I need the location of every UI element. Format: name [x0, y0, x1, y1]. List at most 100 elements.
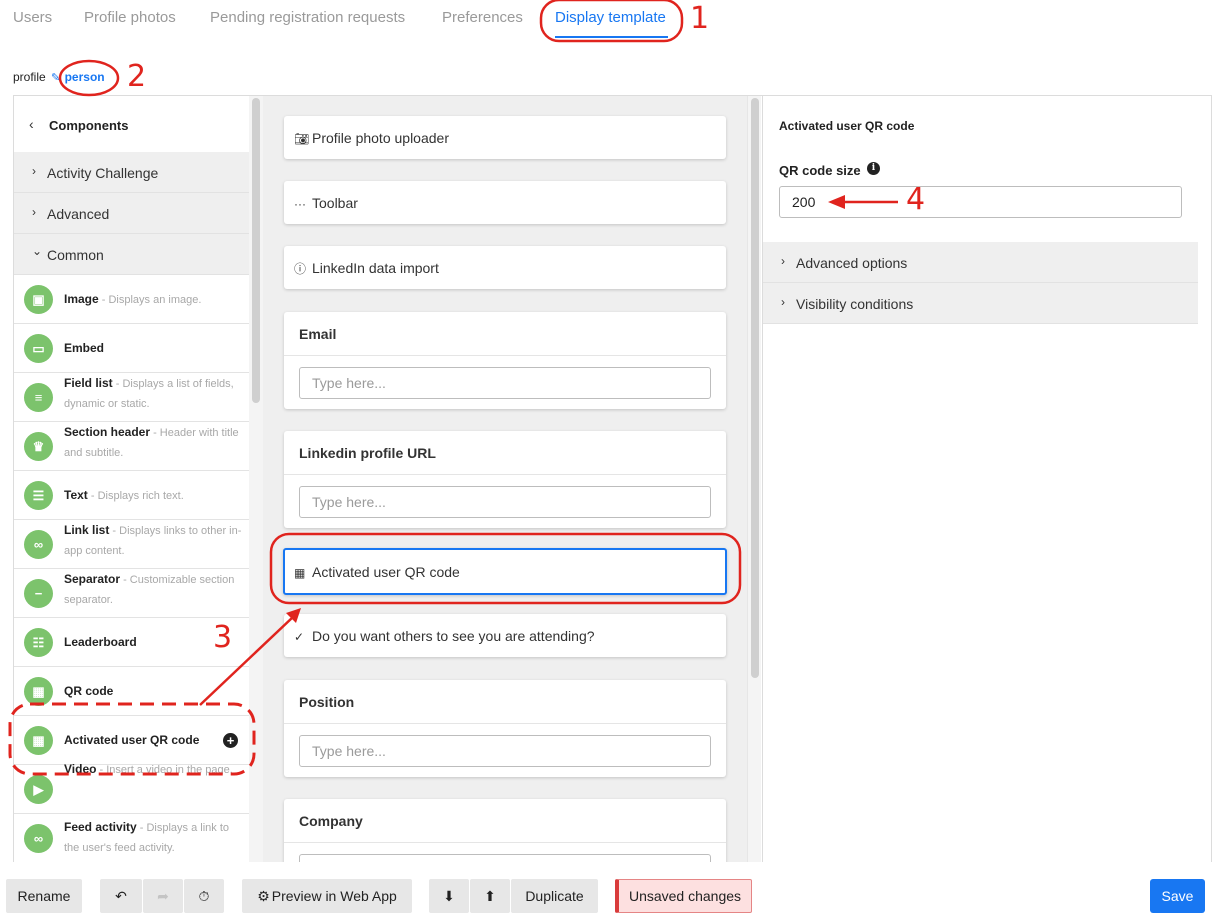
arrow-down-icon: ⬇	[443, 887, 455, 904]
component-title: Activated user QR code	[64, 733, 200, 747]
canvas-company-field[interactable]: Company	[284, 799, 726, 862]
tab-bar: Users Profile photos Pending registratio…	[0, 0, 1214, 40]
qr-icon: ▦	[24, 677, 53, 706]
annotation-number-2: 2	[127, 59, 147, 94]
component-text[interactable]: ☰ Text - Displays rich text.	[14, 471, 249, 520]
component-embed[interactable]: ▭ Embed	[14, 324, 249, 373]
component-title: Video	[64, 762, 97, 776]
component-field-list[interactable]: ≡ Field list - Displays a list of fields…	[14, 373, 249, 422]
chevron-left-icon: ‹	[29, 116, 34, 132]
component-separator[interactable]: − Separator - Customizable section separ…	[14, 569, 249, 618]
visibility-conditions-accordion[interactable]: › Visibility conditions	[763, 283, 1198, 324]
linkedin-icon: ⓘ	[294, 262, 307, 276]
breadcrumb-prefix: profile	[13, 70, 46, 84]
properties-panel: Activated user QR code QR code size i › …	[762, 96, 1198, 862]
component-title: Section header	[64, 425, 151, 439]
add-icon[interactable]: +	[223, 733, 238, 748]
redo-icon: ➦	[157, 887, 169, 904]
scrollbar-thumb[interactable]	[252, 98, 260, 403]
canvas-toolbar[interactable]: ··· Toolbar	[284, 181, 726, 224]
chevron-right-icon: ›	[781, 295, 785, 309]
component-title: Leaderboard	[64, 635, 137, 649]
card-label: Activated user QR code	[312, 564, 460, 580]
components-header[interactable]: ‹ Components	[14, 96, 249, 152]
redo-button[interactable]: ➦	[143, 879, 183, 913]
canvas-email-field[interactable]: Email	[284, 312, 726, 409]
component-video[interactable]: ▶ Video - Insert a video in the page.	[14, 762, 249, 814]
component-title: Link list	[64, 523, 110, 537]
canvas-position-field[interactable]: Position	[284, 680, 726, 777]
info-icon[interactable]: i	[867, 162, 880, 175]
card-label: Toolbar	[312, 195, 358, 211]
more-horizontal-icon: ···	[294, 197, 306, 211]
breadcrumb-link[interactable]: person	[65, 70, 105, 84]
tab-users[interactable]: Users	[13, 9, 52, 26]
duplicate-button[interactable]: Duplicate	[511, 879, 598, 913]
rename-button[interactable]: Rename	[6, 879, 82, 913]
category-label: Activity Challenge	[47, 165, 159, 181]
component-title: Text	[64, 488, 88, 502]
component-title: Field list	[64, 376, 113, 390]
camera-icon: 📷︎	[294, 132, 310, 146]
company-input[interactable]	[299, 854, 711, 862]
component-qr-code[interactable]: ▦ QR code	[14, 667, 249, 716]
canvas-linkedin-url-field[interactable]: Linkedin profile URL	[284, 431, 726, 528]
annotation-number-1: 1	[690, 1, 710, 36]
component-feed-activity[interactable]: ∞ Feed activity - Displays a link to the…	[14, 814, 249, 862]
tab-display-template[interactable]: Display template	[555, 9, 666, 26]
canvas-linkedin-import[interactable]: ⓘ LinkedIn data import	[284, 246, 726, 289]
tab-preferences[interactable]: Preferences	[442, 9, 523, 26]
trophy-icon: ♛	[24, 432, 53, 461]
save-button[interactable]: Save	[1150, 879, 1205, 913]
unsaved-changes-badge: Unsaved changes	[615, 879, 752, 913]
linkedin-url-input[interactable]	[299, 486, 711, 518]
component-section-header[interactable]: ♛ Section header - Header with title and…	[14, 422, 249, 471]
embed-icon: ▭	[24, 334, 53, 363]
component-title: Embed	[64, 341, 105, 355]
list-icon: ≡	[24, 383, 53, 412]
email-input[interactable]	[299, 367, 711, 399]
position-input[interactable]	[299, 735, 711, 767]
component-link-list[interactable]: ∞ Link list - Displays links to other in…	[14, 520, 249, 569]
text-icon: ☰	[24, 481, 53, 510]
minus-icon: −	[24, 579, 53, 608]
qr-size-input[interactable]	[779, 186, 1182, 218]
component-title: Feed activity	[64, 820, 137, 834]
pencil-icon[interactable]: ✎	[51, 72, 60, 84]
tab-pending-registration-requests[interactable]: Pending registration requests	[210, 9, 405, 26]
canvas-scrollbar[interactable]	[747, 96, 761, 862]
scrollbar-thumb[interactable]	[751, 98, 759, 678]
active-tab-indicator	[555, 36, 668, 38]
annotation-number-3: 3	[213, 620, 233, 655]
move-down-button[interactable]: ⬇	[429, 879, 469, 913]
component-desc: - Insert a video in the page.	[96, 764, 233, 776]
category-advanced[interactable]: › Advanced	[14, 193, 249, 234]
canvas-activated-user-qr-code[interactable]: ▦ Activated user QR code	[283, 548, 727, 595]
undo-button[interactable]: ↶	[100, 879, 142, 913]
qr-icon: ▦	[294, 566, 306, 580]
image-icon: ▣	[24, 285, 53, 314]
components-scrollbar[interactable]	[249, 96, 263, 862]
annotation-number-4: 4	[906, 182, 926, 217]
divider	[284, 723, 726, 724]
component-activated-user-qr-code[interactable]: ▦ Activated user QR code +	[14, 716, 249, 765]
category-label: Common	[47, 247, 104, 263]
components-panel: ‹ Components › Activity Challenge › Adva…	[14, 96, 249, 862]
history-button[interactable]: ⏱︎	[184, 879, 224, 913]
properties-heading: Activated user QR code	[779, 119, 915, 133]
tab-profile-photos[interactable]: Profile photos	[84, 9, 176, 26]
field-title: Linkedin profile URL	[299, 445, 436, 461]
category-activity-challenge[interactable]: › Activity Challenge	[14, 152, 249, 193]
move-up-button[interactable]: ⬆	[470, 879, 510, 913]
category-label: Advanced	[47, 206, 110, 222]
divider	[284, 842, 726, 843]
advanced-options-accordion[interactable]: › Advanced options	[763, 242, 1198, 283]
canvas-attending-toggle[interactable]: ✓ Do you want others to see you are atten…	[284, 614, 726, 657]
component-image[interactable]: ▣ Image - Displays an image.	[14, 275, 249, 324]
arrow-up-icon: ⬆	[484, 887, 496, 904]
qr-icon: ▦	[24, 726, 53, 755]
canvas-profile-photo-uploader[interactable]: 📷︎ Profile photo uploader	[284, 116, 726, 159]
breadcrumb: profile ✎ person	[13, 70, 105, 84]
category-common[interactable]: ⌄ Common	[14, 234, 249, 275]
preview-button[interactable]: ⚙ Preview in Web App	[242, 879, 412, 913]
